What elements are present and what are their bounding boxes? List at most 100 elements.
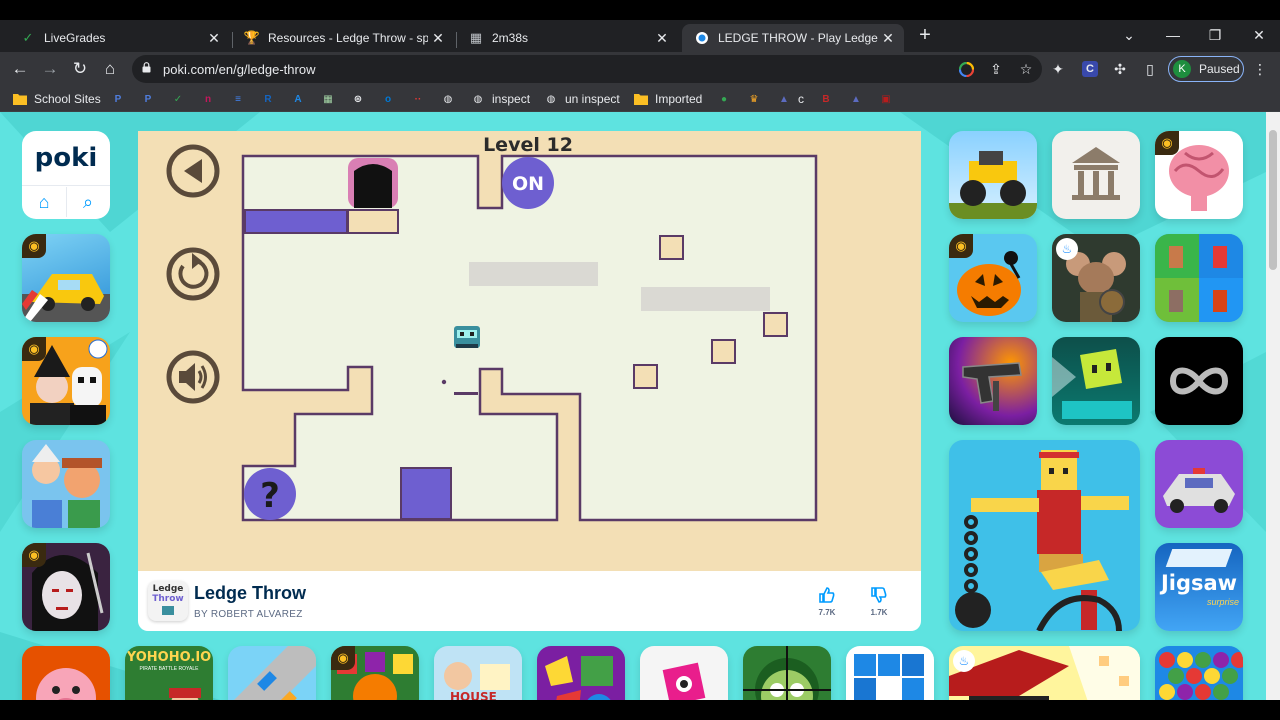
- close-icon[interactable]: ✕: [878, 30, 898, 47]
- bookmark-item[interactable]: ♛: [746, 90, 762, 108]
- bookmark-item[interactable]: P: [110, 90, 126, 108]
- game-tile-traffic[interactable]: [228, 646, 316, 700]
- game-tile-infinity[interactable]: [1155, 337, 1243, 425]
- bookmark-item[interactable]: ··: [410, 90, 426, 108]
- bookmark-item[interactable]: ⊛: [350, 90, 366, 108]
- game-tile-pink-robot[interactable]: [640, 646, 728, 700]
- game-tile-zombie[interactable]: [743, 646, 831, 700]
- bookmark-item[interactable]: ◍ inspect: [470, 90, 530, 108]
- bookmark-label: Imported: [655, 92, 703, 106]
- bookmarks-bar: School Sites P P ✓ n ≡ R A ▦ ⊛ o ·· ◍ ◍ inspect ◍ un ins…: [0, 86, 1280, 112]
- game-tile-pumpkin[interactable]: ◉: [949, 234, 1037, 322]
- game-icon[interactable]: Ledge Throw: [148, 581, 188, 621]
- game-tile-pig[interactable]: [22, 646, 110, 700]
- game-tile-gun[interactable]: [949, 337, 1037, 425]
- new-tab-button[interactable]: +: [914, 24, 936, 46]
- bookmark-item[interactable]: ≡: [230, 90, 246, 108]
- bookmark-item[interactable]: P: [140, 90, 156, 108]
- game-tile-monster-truck[interactable]: [949, 131, 1037, 219]
- address-bar[interactable]: poki.com/en/g/ledge-throw ⇪ ☆: [132, 55, 1042, 83]
- bookmark-item[interactable]: ▣: [878, 90, 894, 108]
- minimize-button[interactable]: —: [1158, 22, 1188, 48]
- bookmark-item[interactable]: ▲: [848, 90, 864, 108]
- bookmark-item[interactable]: Imported: [633, 90, 702, 108]
- scrollbar-thumb[interactable]: [1269, 130, 1277, 270]
- bookmark-item[interactable]: R: [260, 90, 276, 108]
- forward-arrow-icon[interactable]: →: [38, 57, 62, 81]
- menu-dots-icon[interactable]: ⋮: [1250, 59, 1270, 79]
- bookmark-item[interactable]: B: [818, 90, 834, 108]
- tab-2m38s[interactable]: ▦ 2m38s ✕: [456, 24, 678, 52]
- sound-button[interactable]: [166, 350, 220, 404]
- game-tile-pixel-grid[interactable]: [1155, 234, 1243, 322]
- game-tile-jigsaw[interactable]: Jigsaw surprise: [1155, 543, 1243, 631]
- extension-bird-icon[interactable]: ✦: [1048, 59, 1068, 79]
- bookmark-item[interactable]: A: [290, 90, 306, 108]
- bookmark-item[interactable]: ◍: [440, 90, 456, 108]
- sidepanel-icon[interactable]: ▯: [1140, 59, 1160, 79]
- game-tile-brawlers[interactable]: [22, 440, 110, 528]
- game-tile-taxi[interactable]: ◉: [22, 234, 110, 322]
- game-canvas[interactable]: Level 12 ON ?: [138, 131, 921, 571]
- game-tile-cube[interactable]: [1052, 337, 1140, 425]
- traffic-thumbnail: [234, 646, 316, 700]
- bookmark-item[interactable]: ✓: [170, 90, 186, 108]
- yohoho-label: YOHOHO.IO: [126, 650, 212, 665]
- tab-ledge-throw[interactable]: LEDGE THROW - Play Ledge Thro ✕: [682, 24, 904, 52]
- bookmark-item[interactable]: ▦: [320, 90, 336, 108]
- game-tile-yohoho[interactable]: YOHOHO.IO PIRATE BATTLE ROYALE: [125, 646, 213, 700]
- game-tile-featured-ragdoll[interactable]: [949, 440, 1140, 631]
- game-tile-bubbles[interactable]: [1155, 646, 1243, 700]
- game-tile-vampire[interactable]: ◉: [22, 543, 110, 631]
- profile-button[interactable]: K Paused: [1168, 56, 1244, 82]
- tab-livegrades[interactable]: ✓ LiveGrades ✕: [8, 24, 230, 52]
- close-icon[interactable]: ✕: [428, 30, 448, 47]
- on-switch-button[interactable]: ON: [502, 157, 554, 209]
- like-button[interactable]: 7.7K: [814, 586, 840, 617]
- close-icon[interactable]: ✕: [652, 30, 672, 47]
- back-arrow-icon[interactable]: ←: [8, 57, 32, 81]
- game-tile-blocks[interactable]: [846, 646, 934, 700]
- tab-resources[interactable]: 🏆 Resources - Ledge Throw - speed ✕: [232, 24, 454, 52]
- home-icon[interactable]: ⌂: [98, 57, 122, 81]
- game-tile-brain-test[interactable]: ◉: [1155, 131, 1243, 219]
- game-tile-costume[interactable]: ◉: [22, 337, 110, 425]
- window-close-button[interactable]: ✕: [1244, 22, 1274, 48]
- game-tile-police-car[interactable]: [1155, 440, 1243, 528]
- puzzle-icon[interactable]: ✣: [1110, 59, 1130, 79]
- google-icon[interactable]: [956, 59, 976, 79]
- game-frame[interactable]: Level 12 ON ?: [138, 131, 921, 571]
- close-icon[interactable]: ✕: [204, 30, 224, 47]
- game-tile-gems[interactable]: [537, 646, 625, 700]
- extension-c-icon[interactable]: C: [1080, 59, 1100, 79]
- help-button[interactable]: ?: [244, 468, 296, 520]
- share-icon[interactable]: ⇪: [986, 59, 1006, 79]
- dislike-button[interactable]: 1.7K: [866, 586, 892, 617]
- jigsaw-label: Jigsaw: [1160, 571, 1238, 595]
- game-tile-mouse-knight[interactable]: ♨: [1052, 234, 1140, 322]
- infinity-icon: [1169, 367, 1229, 395]
- bookmark-item[interactable]: ◍ un inspect: [543, 90, 620, 108]
- home-button[interactable]: ⌂: [22, 187, 66, 217]
- bookmark-item[interactable]: ▲ c: [776, 90, 804, 108]
- chevron-down-icon[interactable]: ⌄: [1114, 22, 1144, 48]
- game-tile-temple[interactable]: [1052, 131, 1140, 219]
- star-icon[interactable]: ☆: [1016, 59, 1036, 79]
- search-button[interactable]: ⌕: [66, 187, 110, 217]
- game-tile-pixel-art[interactable]: ♨: [949, 646, 1140, 700]
- bookmark-item[interactable]: o: [380, 90, 396, 108]
- crown-icon: ♛: [749, 93, 759, 105]
- game-tile-house[interactable]: HOUSE: [434, 646, 522, 700]
- back-button[interactable]: [166, 144, 220, 198]
- poki-logo[interactable]: poki: [22, 143, 110, 173]
- bookmark-item[interactable]: ●: [716, 90, 732, 108]
- lock-icon: [142, 62, 151, 73]
- restart-button[interactable]: [166, 247, 220, 301]
- bookmark-item[interactable]: School Sites: [12, 90, 101, 108]
- page-scrollbar[interactable]: [1266, 112, 1280, 700]
- restore-button[interactable]: ❐: [1200, 22, 1230, 48]
- bookmark-item[interactable]: n: [200, 90, 216, 108]
- reload-icon[interactable]: ↻: [68, 57, 92, 81]
- game-tile-match-pumpkin[interactable]: ◉: [331, 646, 419, 700]
- avatar: K: [1173, 60, 1191, 78]
